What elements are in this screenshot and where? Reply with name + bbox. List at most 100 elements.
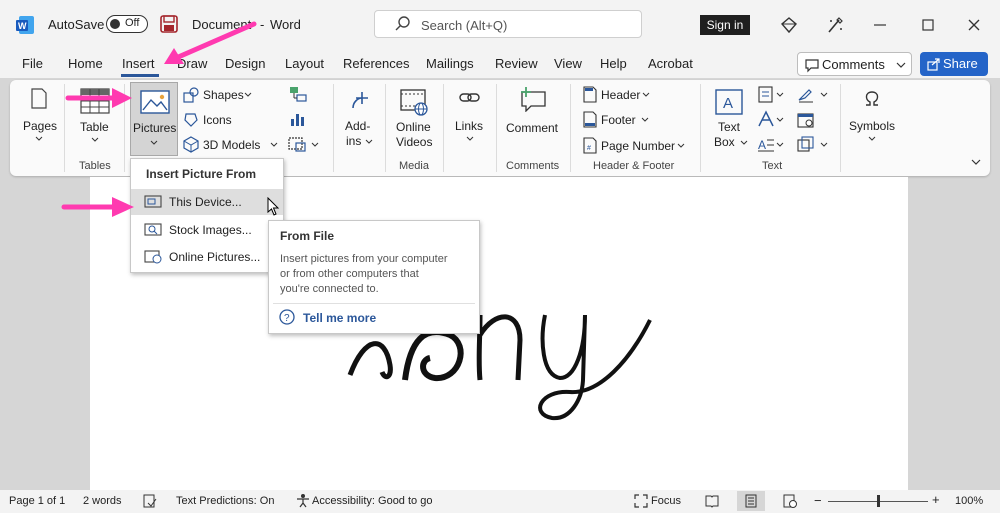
screenshot-icon[interactable] [288,136,308,153]
title-separator: - [260,17,265,32]
quick-parts-icon[interactable] [758,86,774,103]
maximize-icon[interactable] [920,17,936,33]
group-label-comments: Comments [506,160,560,172]
icons-icon [184,113,198,127]
page-number-icon: # [583,137,597,154]
menu-references[interactable]: References [343,56,409,71]
accessibility-status[interactable]: Accessibility: Good to go [312,495,432,507]
3d-models-button[interactable]: 3D Models [182,136,280,154]
online-pictures-menu-item[interactable]: Online Pictures... [131,244,283,270]
menu-header: Insert Picture From [146,167,257,181]
comments-button[interactable]: Comments [797,52,912,76]
menu-review[interactable]: Review [495,56,538,71]
proofing-icon[interactable] [143,494,157,508]
text-box-button[interactable]: A Text Box [708,84,752,152]
pages-button[interactable]: Pages [18,84,60,156]
footer-button[interactable]: Footer [582,111,654,129]
menu-help[interactable]: Help [600,56,627,71]
read-mode-icon[interactable] [705,494,719,508]
object-icon[interactable] [797,136,815,153]
insert-picture-menu: Insert Picture From This Device... Stock… [130,158,284,273]
chart-icon[interactable] [289,111,307,127]
symbols-button[interactable]: Symbols [846,84,898,148]
this-device-menu-item[interactable]: This Device... [131,189,283,215]
autosave-toggle[interactable]: Off [106,15,148,33]
chevron-down-icon [641,117,649,122]
ribbon-divider [385,84,386,172]
minimize-icon[interactable] [872,17,888,33]
collapse-ribbon-icon[interactable] [971,158,981,166]
menu-insert[interactable]: Insert [122,56,155,71]
help-icon: ? [279,309,295,325]
arrow-to-insert-tab-icon [164,21,257,64]
focus-icon[interactable] [634,494,648,508]
group-label-tables: Tables [79,160,111,172]
diamond-icon[interactable] [780,16,798,34]
search-box[interactable]: Search (Alt+Q) [374,10,642,38]
signature-line-icon[interactable] [797,86,815,103]
stock-images-icon [144,223,162,236]
menu-file[interactable]: File [22,56,43,71]
menu-mailings[interactable]: Mailings [426,56,474,71]
share-button[interactable]: Share [920,52,988,76]
word-count[interactable]: 2 words [83,495,122,507]
svg-text:W: W [18,21,27,31]
zoom-in-button[interactable]: + [932,492,940,507]
ribbon-divider [443,84,444,172]
close-icon[interactable] [966,17,982,33]
symbols-label: Symbols [849,119,896,133]
menu-layout[interactable]: Layout [285,56,324,71]
zoom-level[interactable]: 100% [955,495,983,507]
chevron-down-icon [740,140,748,145]
toggle-knob [110,19,120,29]
print-layout-button[interactable] [737,491,765,511]
online-videos-label-2: Videos [396,135,433,149]
tooltip-title: From File [280,229,335,243]
focus-label[interactable]: Focus [651,495,681,507]
pictures-button[interactable]: Pictures [130,82,178,156]
links-button[interactable]: Links [450,84,490,148]
picture-icon [140,90,170,114]
this-device-label: This Device... [169,195,242,209]
share-label: Share [943,56,978,71]
smartart-icon[interactable] [289,86,307,102]
zoom-slider-thumb[interactable] [877,495,880,507]
search-placeholder: Search (Alt+Q) [421,18,508,33]
icons-button[interactable]: Icons [182,111,254,129]
autosave-state: Off [125,17,140,29]
svg-text:A: A [758,138,766,152]
text-predictions-status[interactable]: Text Predictions: On [176,495,274,507]
accessibility-icon[interactable] [296,493,310,508]
page-count[interactable]: Page 1 of 1 [9,495,65,507]
web-layout-icon[interactable] [783,494,797,508]
online-videos-button[interactable]: Online Videos [392,84,438,149]
text-box-label-2: Box [714,135,735,149]
shapes-button[interactable]: Shapes [182,86,254,104]
menu-home[interactable]: Home [68,56,103,71]
page-number-button[interactable]: # Page Number [582,137,688,155]
comment-bubble-icon [805,59,819,73]
wordart-icon[interactable] [757,110,775,128]
tell-me-more-link[interactable]: Tell me more [303,311,376,325]
chevron-down-icon [776,142,784,147]
chevron-down-icon [776,117,784,122]
group-label-media: Media [399,160,429,172]
stock-images-menu-item[interactable]: Stock Images... [131,217,283,243]
zoom-out-button[interactable]: − [814,493,822,508]
new-comment-button[interactable]: Comment [503,84,563,148]
date-time-icon[interactable] [797,111,815,128]
menu-view[interactable]: View [554,56,582,71]
new-comment-icon [521,87,546,112]
active-tab-indicator [121,74,159,77]
menu-acrobat[interactable]: Acrobat [648,56,693,71]
drop-cap-icon[interactable]: A [757,136,775,153]
add-ins-button[interactable]: Add- ins [340,84,378,156]
shapes-icon [183,87,199,103]
header-icon [583,86,597,103]
chevron-down-icon [820,92,828,97]
header-button[interactable]: Header [582,86,654,104]
designer-pen-icon[interactable] [825,15,845,35]
sign-in-button[interactable]: Sign in [700,15,750,35]
ribbon-divider [840,84,841,172]
chevron-down-icon [896,62,906,68]
